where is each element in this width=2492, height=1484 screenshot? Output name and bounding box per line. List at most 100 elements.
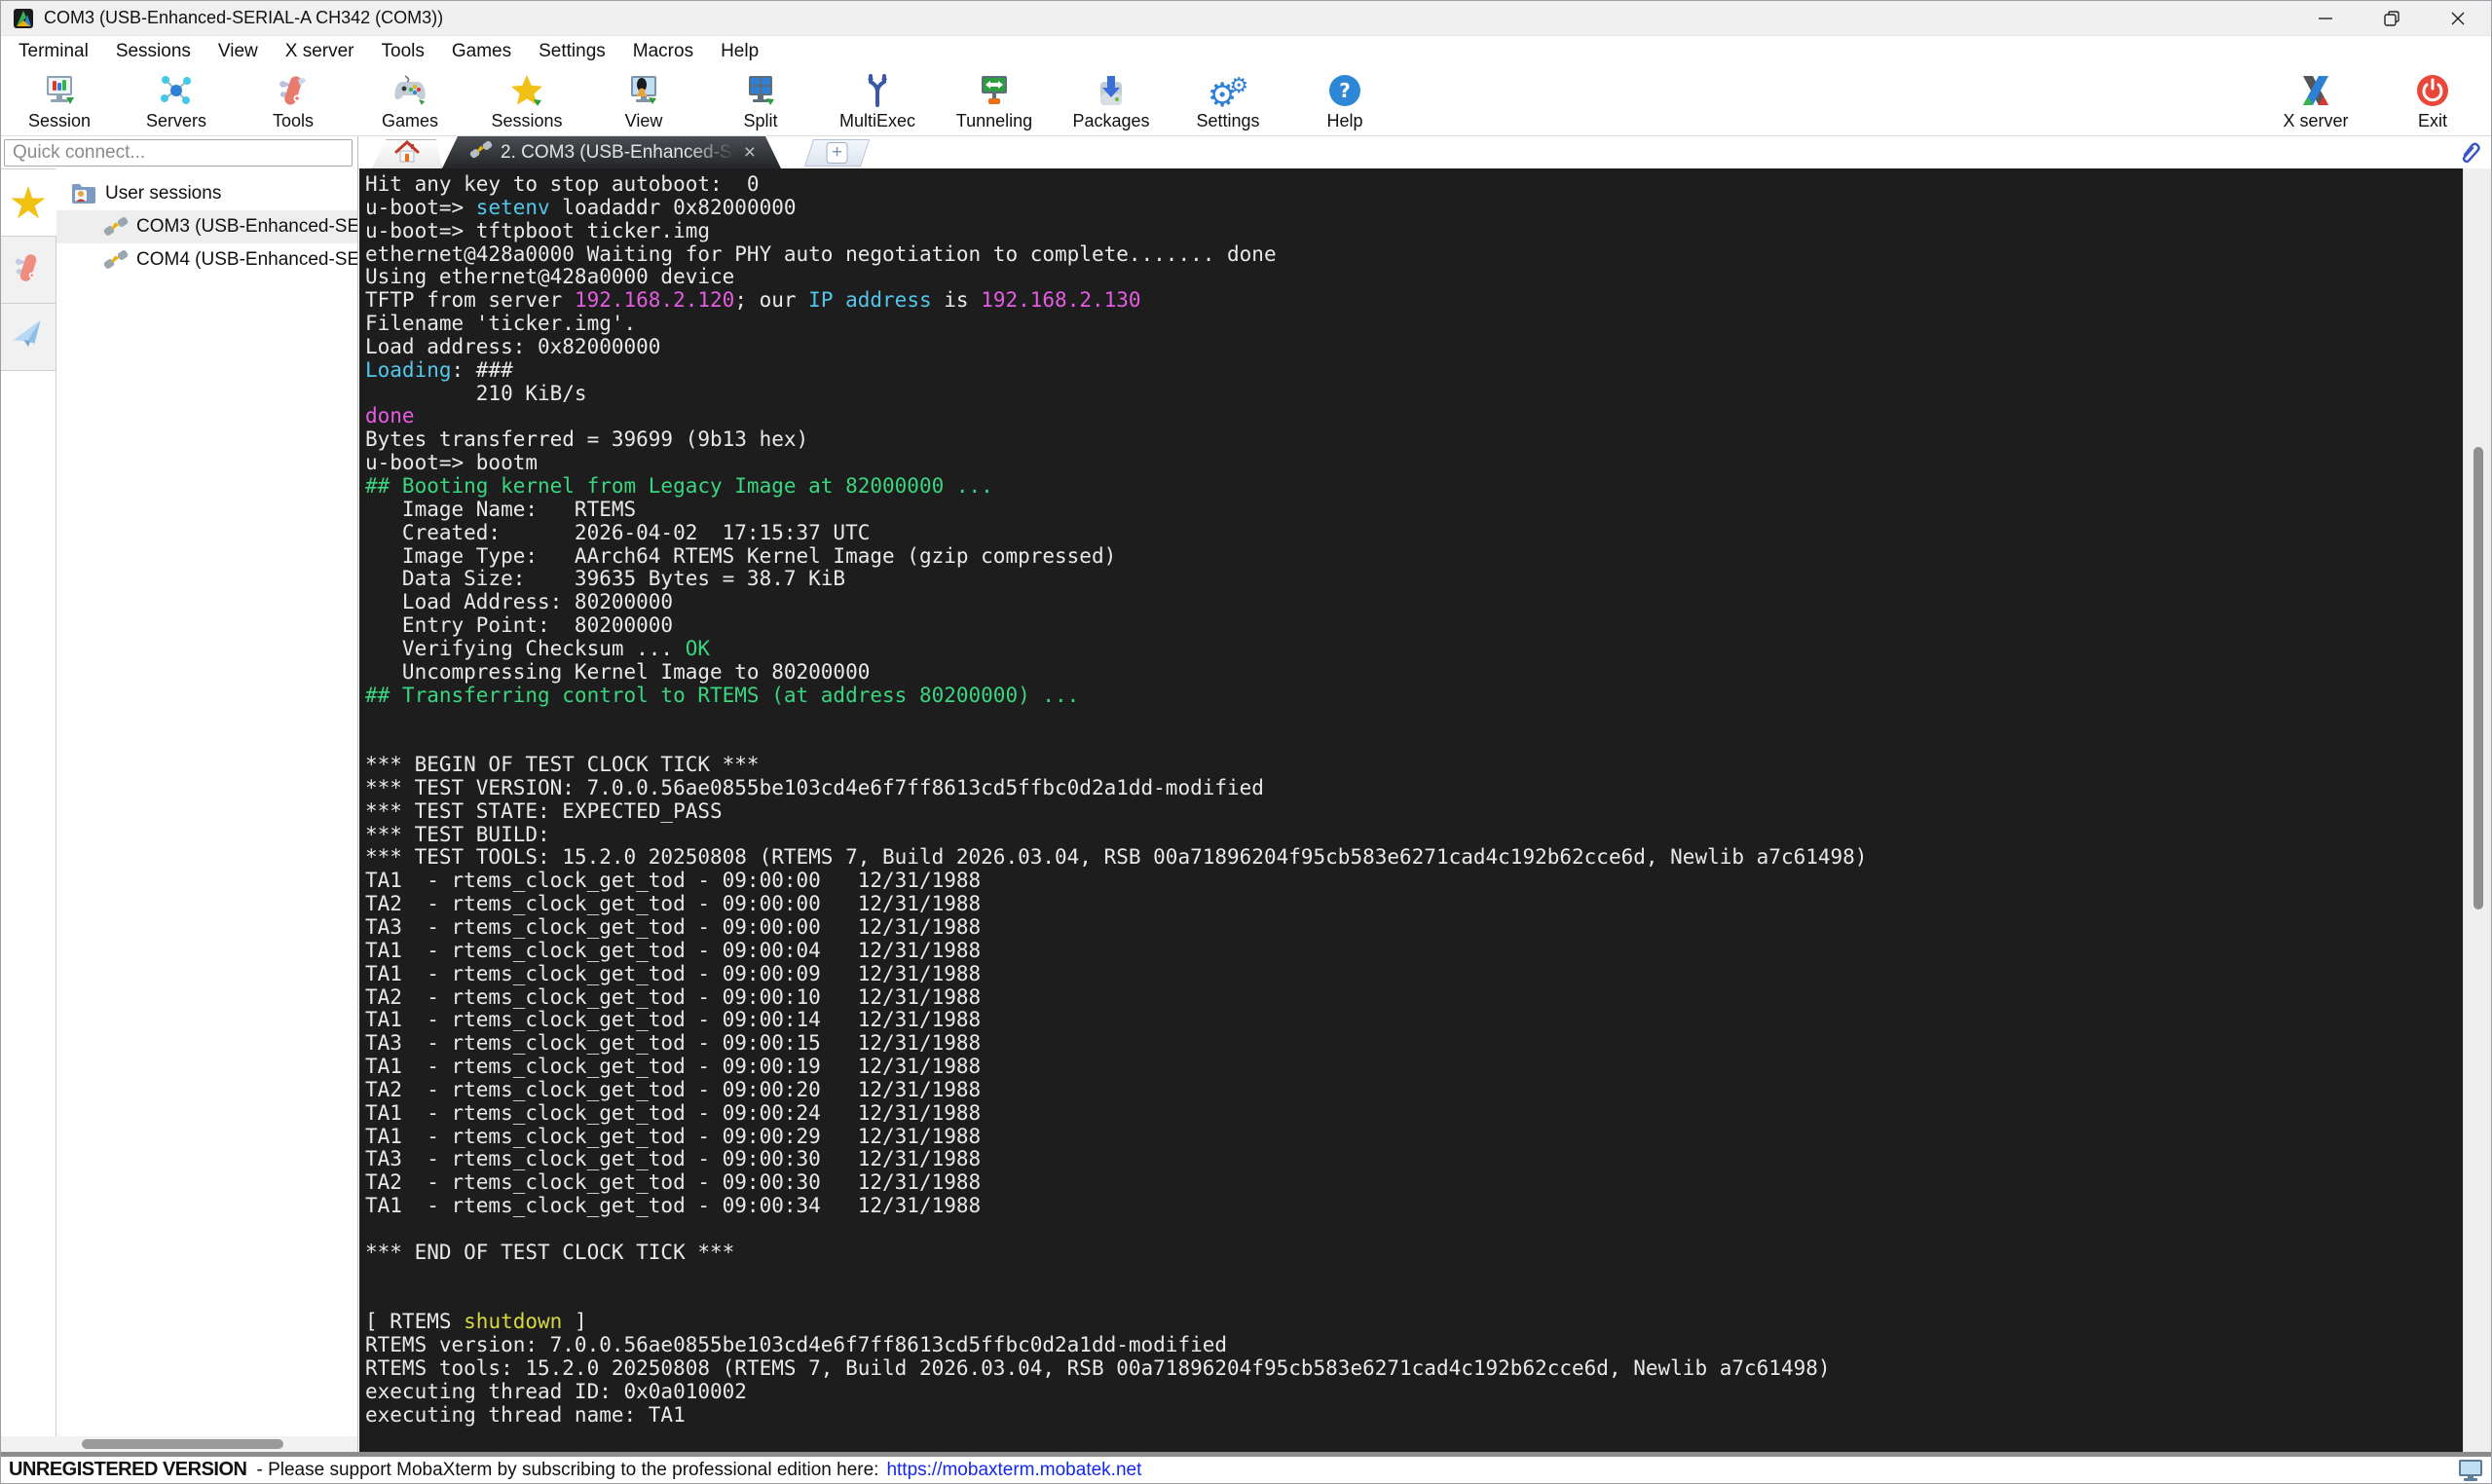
sidebar-tab-macros[interactable] [1,303,56,371]
terminal-line: TA1 - rtems_clock_get_tod - 09:00:34 12/… [365,1194,982,1218]
terminal-line: Load address: 0x82000000 [365,334,661,358]
terminal-line: u-boot=> tftpboot ticker.img [365,218,711,242]
menu-tools[interactable]: Tools [368,38,438,65]
menu-sessions[interactable]: Sessions [102,38,205,65]
paperclip-icon[interactable] [2458,140,2483,170]
terminal-output[interactable]: Hit any key to stop autoboot: 0 u-boot=> … [359,168,2463,1452]
status-bar: UNREGISTERED VERSION - Please support Mo… [1,1457,2491,1483]
terminal-line: 210 KiB/s [365,381,587,405]
terminal-line: *** TEST STATE: EXPECTED_PASS [365,798,723,823]
view-label: View [624,111,663,130]
mobatek-link[interactable]: https://mobaxterm.mobatek.net [886,1460,1141,1481]
multiexec-button[interactable]: MultiExec [819,66,936,135]
tab-close-icon[interactable]: × [744,141,756,165]
terminal-line: ## Booting kernel from Legacy Image at 8… [365,473,993,498]
minimize-button[interactable] [2292,1,2359,36]
multiexec-fork-icon [859,71,896,110]
menu-help[interactable]: Help [707,38,772,65]
exit-button[interactable]: Exit [2374,66,2491,135]
sidebar-tab-sessions[interactable]: ★ [1,168,56,237]
scrollbar-thumb[interactable] [2473,447,2483,909]
terminal-line: TA1 - rtems_clock_get_tod - 09:00:14 12/… [365,1008,982,1032]
x-server-label: X server [2283,111,2349,130]
tree-item-label: COM4 (USB-Enhanced-SERIAL-B [136,249,357,270]
sidebar-tab-tools[interactable] [1,236,56,304]
menu-view[interactable]: View [205,38,272,65]
settings-gears-icon: ⚙⚙ [1207,73,1249,114]
terminal-line: TA2 - rtems_clock_get_tod - 09:00:20 12/… [365,1077,982,1101]
home-tab[interactable] [372,139,442,168]
monitor-icon [2458,1459,2483,1482]
menu-terminal[interactable]: Terminal [5,38,102,65]
tools-label: Tools [272,111,315,130]
svg-text:?: ? [1339,79,1351,102]
tools-button[interactable]: Tools [235,66,352,135]
sidebar-tab-strip: ★ [1,168,56,1436]
settings-label: Settings [1196,111,1260,130]
menu-x-server[interactable]: X server [272,38,368,65]
servers-button[interactable]: Servers [118,66,235,135]
exit-label: Exit [2417,111,2447,130]
tab-bar: 2. COM3 (USB-Enhanced-SERIAL-A × + [358,136,2491,168]
terminal-line: Load Address: 80200000 [365,590,674,614]
menu-games[interactable]: Games [438,38,525,65]
terminal-line: ## Transferring control to RTEMS (at add… [365,683,1080,707]
toolbar: Session Servers Tools Games Sessions Vie… [1,66,2491,136]
menu-bar: Terminal Sessions View X server Tools Ga… [1,36,2491,66]
terminal-line: *** TEST VERSION: 7.0.0.56ae0855be103cd4… [365,775,1264,799]
quick-connect-input[interactable] [4,139,353,167]
terminal-line: Loading: ### [365,357,513,382]
settings-button[interactable]: ⚙⚙ Settings [1170,66,1286,135]
help-button[interactable]: ? Help [1286,66,1403,135]
terminal-line: Hit any key to stop autoboot: 0 [365,172,760,196]
tools-swiss-knife-icon [275,71,312,110]
session-button[interactable]: Session [1,66,118,135]
new-tab-button[interactable]: + [804,139,871,167]
split-icon [742,71,779,110]
active-session-tab[interactable]: 2. COM3 (USB-Enhanced-SERIAL-A × [442,136,781,168]
terminal-line: *** END OF TEST CLOCK TICK *** [365,1240,735,1264]
split-button[interactable]: Split [702,66,819,135]
terminal-line: Entry Point: 80200000 [365,613,674,638]
terminal-line: Filename 'ticker.img'. [365,312,637,336]
sidebar-horizontal-scrollbar[interactable] [1,1436,357,1452]
terminal-line: ethernet@428a0000 Waiting for PHY auto n… [365,241,1277,266]
x-server-icon [2297,71,2334,110]
x-server-button[interactable]: X server [2257,66,2374,135]
tree-root-user-sessions[interactable]: User sessions [56,177,357,210]
maximize-button[interactable] [2359,1,2425,36]
help-icon: ? [1327,71,1362,110]
packages-label: Packages [1072,111,1150,130]
star-icon: ★ [8,177,49,228]
games-button[interactable]: Games [352,66,468,135]
mobaxterm-logo-icon [13,8,34,29]
plus-icon: + [826,142,848,164]
sessions-button[interactable]: Sessions [468,66,585,135]
terminal-line: TA1 - rtems_clock_get_tod - 09:00:24 12/… [365,1100,982,1125]
menu-settings[interactable]: Settings [525,38,619,65]
mobaxterm-window: COM3 (USB-Enhanced-SERIAL-A CH342 (COM3)… [0,0,2492,1484]
view-button[interactable]: View [585,66,702,135]
terminal-line: Image Name: RTEMS [365,497,637,521]
help-label: Help [1326,111,1363,130]
servers-icon [158,71,195,110]
terminal-line: TA1 - rtems_clock_get_tod - 09:00:04 12/… [365,938,982,962]
tree-item-com3[interactable]: COM3 (USB-Enhanced-SERIAL-A [56,210,357,243]
title-bar: COM3 (USB-Enhanced-SERIAL-A CH342 (COM3)… [1,1,2491,36]
menu-macros[interactable]: Macros [619,38,707,65]
terminal-line: executing thread name: TA1 [365,1402,686,1427]
close-button[interactable] [2425,1,2491,36]
session-icon [41,71,78,110]
tree-item-com4[interactable]: COM4 (USB-Enhanced-SERIAL-B [56,243,357,277]
sidebar: ★ [1,136,358,1452]
packages-button[interactable]: Packages [1053,66,1170,135]
scrollbar-thumb[interactable] [82,1439,283,1449]
tunneling-button[interactable]: Tunneling [936,66,1053,135]
terminal-line: TA1 - rtems_clock_get_tod - 09:00:00 12/… [365,869,982,893]
terminal-line: RTEMS version: 7.0.0.56ae0855be103cd4e6f… [365,1333,1228,1357]
terminal-vertical-scrollbar[interactable] [2463,168,2491,1452]
terminal-line: *** BEGIN OF TEST CLOCK TICK *** [365,753,760,777]
support-message: - Please support MobaXterm by subscribin… [256,1459,879,1480]
